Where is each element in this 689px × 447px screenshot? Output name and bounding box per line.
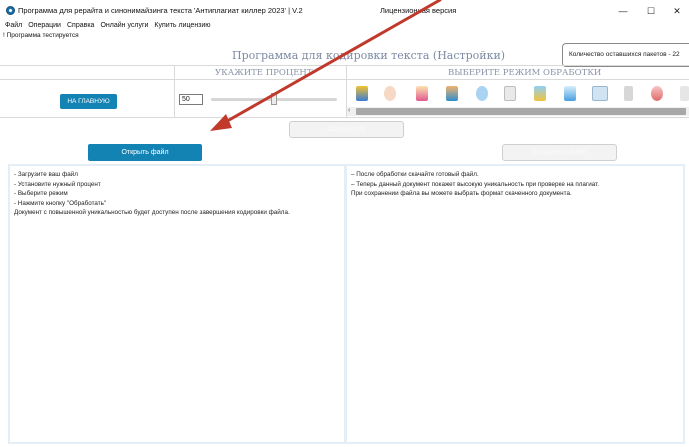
mode-scroll-thumb[interactable] [356,108,686,115]
instruction-line: – После обработки скачайте готовый файл. [351,171,479,178]
percent-input[interactable]: 50 [179,94,203,105]
instruction-line: - Загрузите ваш файл [14,171,78,178]
instruction-line: Документ с повышенной уникальностью буде… [14,209,290,216]
instruction-line: – Теперь данный документ покажет высокую… [351,180,600,188]
settings-title: Программа для кодировки текста (Настройк… [232,49,506,62]
close-button[interactable]: ✕ [662,3,689,19]
face-icon[interactable] [384,86,396,101]
menu-operations[interactable]: Операции [28,22,61,32]
divider [174,65,175,117]
percent-header: УКАЖИТЕ ПРОЦЕНТ [215,68,313,78]
menu-help[interactable]: Справка [67,22,94,32]
cloud-icon[interactable] [651,86,663,101]
flask-icon[interactable] [564,86,576,101]
divider [0,117,689,118]
divider [0,65,689,66]
book-icon[interactable] [680,86,689,101]
scroll-left-icon[interactable]: ‹ [348,107,350,114]
menu-buy-license[interactable]: Купить лицензию [154,22,210,32]
person-icon[interactable] [446,86,458,101]
minimize-button[interactable]: — [608,3,638,19]
divider [0,79,689,80]
document-icon[interactable] [534,86,546,101]
instructions-panel-right: – После обработки скачайте готовый файл.… [345,164,685,444]
license-label: Лицензионная версия [380,6,457,15]
status-text: ! Программа тестируется [3,32,79,39]
instruction-line: - Установите нужный процент [14,180,101,188]
calendar-icon[interactable] [504,86,516,101]
save-file-button[interactable]: Сохранить файл [502,144,617,161]
bottle-icon[interactable] [356,86,368,101]
mode-header: ВЫБЕРИТЕ РЕЖИМ ОБРАБОТКИ [448,68,602,78]
window-title: Программа для рерайта и синонимайзинга т… [18,6,303,15]
process-button[interactable]: Обработать [289,121,404,138]
instruction-line: - Выберите режим [14,190,68,197]
monitor-icon[interactable] [592,86,608,101]
app-logo-icon [6,6,15,15]
instruction-line: При сохранении файла вы можете выбрать ф… [351,190,572,197]
instructions-panel-left: - Загрузите ваш файл - Установите нужный… [8,164,346,444]
packets-remaining-box: Количество оставшихся пакетов - 22 [562,43,689,67]
home-button[interactable]: НА ГЛАВНУЮ [60,94,117,109]
phone-icon[interactable] [624,86,633,101]
cup-icon[interactable] [416,86,428,101]
instruction-line: - Нажмите кнопку "Обработать" [14,199,107,207]
slider-handle[interactable] [271,93,277,105]
magnifier-icon[interactable] [476,86,488,101]
menu-bar: Файл Операции Справка Онлайн услуги Купи… [0,22,211,32]
menu-online-services[interactable]: Онлайн услуги [100,22,148,32]
open-file-button[interactable]: Открыть файл [88,144,202,161]
menu-file[interactable]: Файл [5,22,22,32]
